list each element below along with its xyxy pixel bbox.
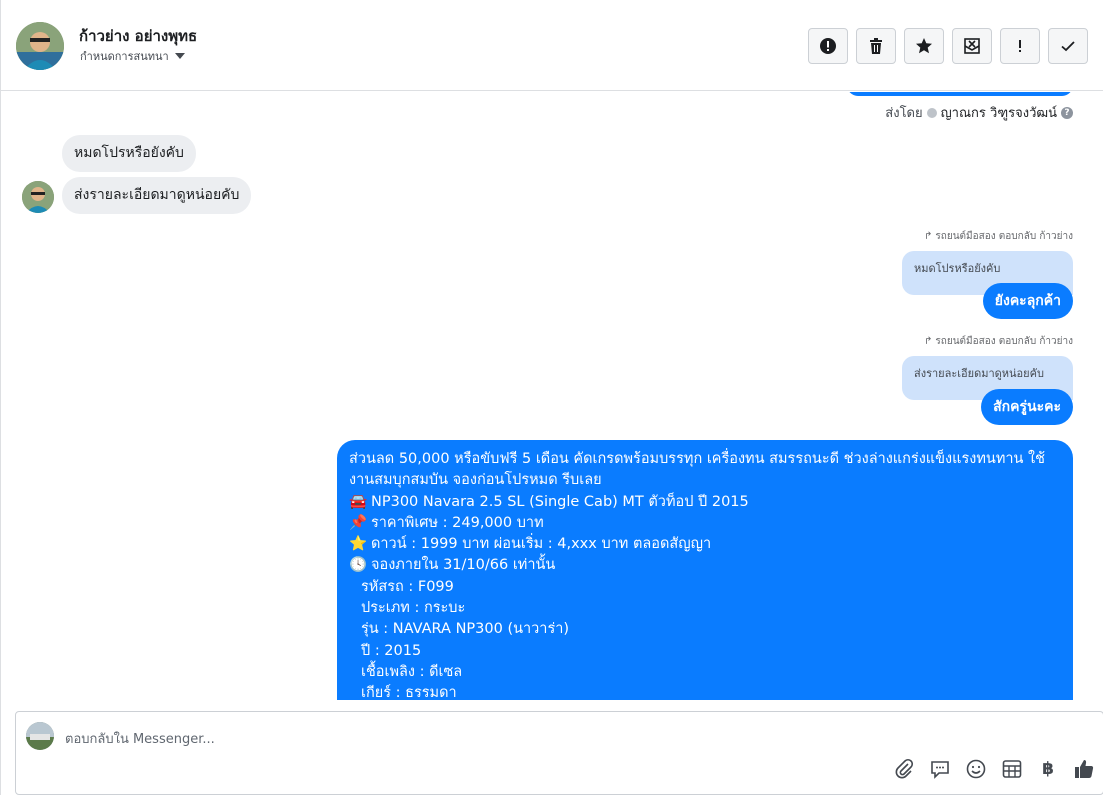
promo-line-text: NP300 Navara 2.5 SL (Single Cab) MT ตัวท… xyxy=(371,493,749,510)
conversation-actions xyxy=(808,28,1088,64)
paperclip-icon[interactable] xyxy=(893,758,915,780)
spec-line: รุ่น : NAVARA NP300 (นาวาร่า) xyxy=(361,621,570,638)
outgoing-message[interactable]: ยังคะลุกค้า xyxy=(982,283,1073,319)
spec-line: เชื้อเพลิง : ดีเซล xyxy=(361,663,463,680)
help-icon[interactable]: ? xyxy=(1061,106,1073,119)
report-spam-button[interactable] xyxy=(808,28,848,64)
mark-unread-button[interactable] xyxy=(952,28,992,64)
promo-line-text: ราคาพิเศษ : 249,000 บาท xyxy=(371,514,544,531)
promo-intro: ส่วนลด 50,000 หรือขับฟรี 5 เดือน คัดเกรด… xyxy=(349,451,1045,489)
promo-line: 📌 ราคาพิเศษ : 249,000 บาท xyxy=(349,513,1061,534)
spec-line: ประเภท : กระบะ xyxy=(361,600,466,617)
assign-conversation-dropdown[interactable]: กำหนดการสนทนา xyxy=(80,47,185,65)
spec-line: เกียร์ : ธรรมดา xyxy=(361,685,457,700)
star-emoji-icon: ⭐ xyxy=(349,536,368,553)
promo-line: 🚘 NP300 Navara 2.5 SL (Single Cab) MT ตัว… xyxy=(349,492,1061,513)
reply-meta-text: รถยนต์มือสอง ตอบกลับ ก้าวย่าง xyxy=(935,336,1073,347)
reply-arrow-icon: ↱ xyxy=(924,231,933,242)
delete-button[interactable] xyxy=(856,28,896,64)
inbox-conversation-panel: ก้าวย่าง อย่างพุทธ กำหนดการสนทนา ส่งโดย … xyxy=(0,0,1103,795)
reply-composer[interactable]: ตอบกลับใน Messenger... ฿ xyxy=(15,711,1103,795)
contact-avatar[interactable] xyxy=(16,22,64,70)
like-icon[interactable] xyxy=(1073,758,1095,780)
star-icon xyxy=(916,38,932,54)
reply-meta: ↱ รถยนต์มือสอง ตอบกลับ ก้าวย่าง xyxy=(924,229,1073,244)
follow-up-button[interactable] xyxy=(1000,28,1040,64)
sent-by-prefix: ส่งโดย xyxy=(885,106,923,121)
table-icon[interactable] xyxy=(1001,758,1023,780)
contact-avatar-small xyxy=(22,181,54,213)
outgoing-message[interactable]: สักครู่นะคะ xyxy=(981,389,1073,425)
baht-icon[interactable]: ฿ xyxy=(1037,758,1059,780)
incoming-message[interactable]: ส่งรายละเอียดมาดูหน่อยคับ xyxy=(62,177,252,214)
car-icon: 🚘 xyxy=(349,493,368,510)
promo-line: 🕓 จองภายใน 31/10/66 เท่านั้น xyxy=(349,555,1061,576)
sent-by-agent[interactable]: ญาณกร วิฑูรจงวัฒน์ xyxy=(941,102,1057,123)
promo-line-text: ดาวน์ : 1999 บาท ผ่อนเริ่ม : 4,xxx บาท ต… xyxy=(371,536,712,553)
contact-name[interactable]: ก้าวย่าง อย่างพุทธ xyxy=(79,24,197,48)
alert-circle-icon xyxy=(820,38,836,54)
exclamation-icon xyxy=(1019,40,1021,52)
saved-reply-icon[interactable] xyxy=(929,758,951,780)
sent-by-line: ส่งโดย ญาณกร วิฑูรจงวัฒน์ ? xyxy=(885,102,1073,123)
star-button[interactable] xyxy=(904,28,944,64)
promo-line-text: จองภายใน 31/10/66 เท่านั้น xyxy=(371,557,556,574)
previous-outgoing-message xyxy=(847,92,1073,96)
page-avatar xyxy=(26,722,54,750)
message-thread[interactable]: ส่งโดย ญาณกร วิฑูรจงวัฒน์ ? หมดโปรหรือยั… xyxy=(1,92,1103,700)
trash-icon xyxy=(870,38,882,54)
mark-done-button[interactable] xyxy=(1048,28,1088,64)
reply-arrow-icon: ↱ xyxy=(924,336,933,347)
caret-down-icon xyxy=(174,53,185,59)
assign-label: กำหนดการสนทนา xyxy=(80,50,169,63)
spec-line: ปี : 2015 xyxy=(361,642,422,659)
promo-line: ⭐ ดาวน์ : 1999 บาท ผ่อนเริ่ม : 4,xxx บาท … xyxy=(349,534,1061,555)
spec-line: รหัสรถ : F099 xyxy=(361,578,454,595)
envelope-x-icon xyxy=(964,38,980,54)
reply-input[interactable]: ตอบกลับใน Messenger... xyxy=(65,728,215,749)
composer-toolbar: ฿ xyxy=(893,758,1095,780)
agent-status-icon xyxy=(926,107,937,118)
incoming-message[interactable]: หมดโปรหรือยังคับ xyxy=(62,135,196,172)
reply-meta: ↱ รถยนต์มือสอง ตอบกลับ ก้าวย่าง xyxy=(924,334,1073,349)
reply-meta-text: รถยนต์มือสอง ตอบกลับ ก้าวย่าง xyxy=(935,231,1073,242)
promo-message[interactable]: ส่วนลด 50,000 หรือขับฟรี 5 เดือน คัดเกรด… xyxy=(337,440,1073,700)
clock-icon: 🕓 xyxy=(349,557,368,574)
check-icon xyxy=(1061,41,1075,52)
emoji-icon[interactable] xyxy=(965,758,987,780)
conversation-header: ก้าวย่าง อย่างพุทธ กำหนดการสนทนา xyxy=(1,0,1103,91)
pushpin-icon: 📌 xyxy=(349,514,368,531)
